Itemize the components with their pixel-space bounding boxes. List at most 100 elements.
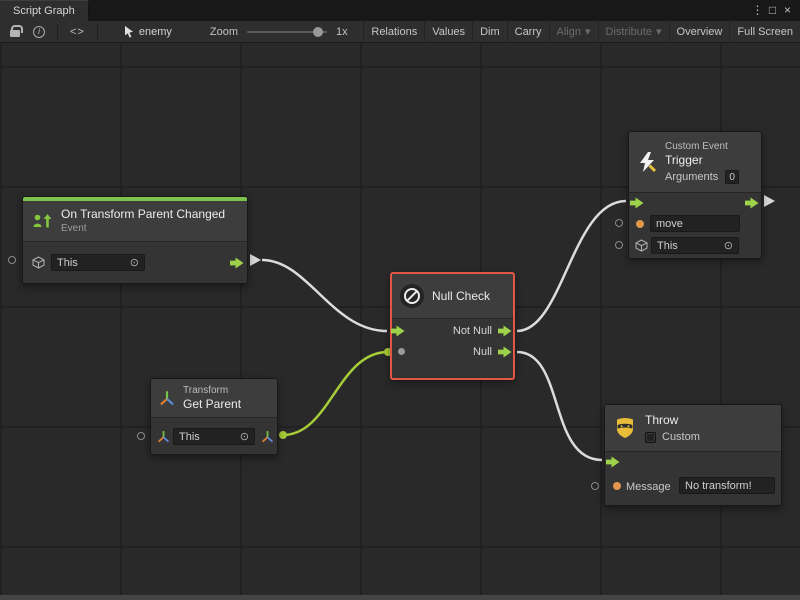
- not-null-port-row: Not Null: [392, 320, 513, 341]
- null-output-port[interactable]: [498, 346, 512, 358]
- null-label: Null: [473, 346, 492, 358]
- object-picker-icon[interactable]: ⊙: [724, 239, 733, 252]
- toolbar-button-group: Relations Values Dim Carry Align▾ Distri…: [363, 21, 800, 42]
- transform-output-port-icon[interactable]: [261, 430, 274, 443]
- dim-button[interactable]: Dim: [472, 21, 507, 42]
- zoom-value: 1x: [336, 26, 348, 38]
- node-body: This ⊙: [23, 241, 247, 283]
- wire-null-to-throw: [517, 352, 602, 460]
- transform-port-icon[interactable]: [157, 430, 170, 443]
- window-resize-edge: [0, 595, 800, 600]
- node-category: Transform: [183, 384, 241, 397]
- event-name-value: move: [656, 218, 683, 230]
- align-button[interactable]: Align▾: [549, 21, 598, 42]
- values-label: Values: [432, 26, 465, 38]
- maximize-icon[interactable]: □: [765, 0, 780, 21]
- this-target-field[interactable]: This ⊙: [173, 428, 255, 445]
- carry-button[interactable]: Carry: [507, 21, 549, 42]
- zoom-slider[interactable]: [247, 31, 327, 33]
- lock-icon[interactable]: [10, 30, 20, 37]
- custom-checkbox-label: Custom: [662, 431, 700, 443]
- code-icon[interactable]: <>: [70, 26, 85, 38]
- tab-script-graph[interactable]: Script Graph: [0, 0, 89, 21]
- zoom-label: Zoom: [210, 26, 238, 38]
- target-port-circle[interactable]: [8, 256, 16, 264]
- arguments-row: Arguments 0: [665, 170, 739, 184]
- not-null-label: Not Null: [453, 325, 492, 337]
- flow-output-port[interactable]: [230, 257, 244, 269]
- node-null-check[interactable]: Null Check Not Null Null: [390, 272, 515, 380]
- flow-input-port[interactable]: [391, 325, 405, 337]
- this-target-field[interactable]: This ⊙: [651, 237, 739, 254]
- graph-canvas[interactable]: On Transform Parent Changed Event This ⊙: [0, 43, 800, 600]
- menu-icon[interactable]: ⋮: [750, 0, 765, 21]
- flow-input-port[interactable]: [606, 456, 620, 468]
- node-titles: Transform Get Parent: [183, 384, 241, 412]
- null-port-row: Null: [392, 341, 513, 362]
- window-controls: ⋮ □ ×: [750, 0, 800, 21]
- message-label: Message: [626, 481, 671, 493]
- node-titles: Throw Custom: [645, 413, 700, 443]
- custom-checkbox[interactable]: [645, 432, 656, 443]
- target-field-value: This: [179, 431, 200, 443]
- relations-button[interactable]: Relations: [363, 21, 424, 42]
- arguments-count-field[interactable]: 0: [725, 170, 739, 184]
- message-port-circle[interactable]: [591, 482, 599, 490]
- node-custom-event[interactable]: Custom Event Trigger Arguments 0 move Th…: [628, 131, 762, 259]
- name-value-port-dot[interactable]: [636, 220, 644, 228]
- info-icon[interactable]: i: [33, 26, 45, 38]
- target-field-value: This: [57, 257, 78, 269]
- gameobject-cube-icon: [32, 256, 45, 269]
- node-titles: On Transform Parent Changed Event: [61, 207, 225, 235]
- full-screen-label: Full Screen: [737, 26, 793, 38]
- node-title: Throw: [645, 413, 700, 428]
- node-header[interactable]: Null Check: [392, 274, 513, 318]
- dim-label: Dim: [480, 26, 500, 38]
- target-port-circle[interactable]: [137, 432, 145, 440]
- distribute-button[interactable]: Distribute▾: [598, 21, 669, 42]
- value-wire-start-dot: [279, 431, 287, 439]
- not-null-output-port[interactable]: [498, 325, 512, 337]
- target-field-value: This: [657, 240, 678, 252]
- wire-direction-arrow: [250, 254, 261, 266]
- target-port-circle[interactable]: [615, 241, 623, 249]
- node-on-transform-parent-changed[interactable]: On Transform Parent Changed Event This ⊙: [22, 196, 248, 284]
- node-header[interactable]: Transform Get Parent: [151, 379, 277, 417]
- node-get-parent[interactable]: Transform Get Parent This ⊙: [150, 378, 278, 455]
- toolbar-separator: [57, 24, 58, 40]
- flow-input-port[interactable]: [630, 197, 644, 209]
- wire-notnull-to-customevent: [517, 201, 626, 331]
- node-body: This ⊙: [151, 417, 277, 454]
- node-header[interactable]: On Transform Parent Changed Event: [23, 201, 247, 241]
- gameobject-cube-icon: [635, 239, 648, 252]
- node-body: Message No transform!: [605, 451, 781, 505]
- align-label: Align: [557, 26, 581, 38]
- transform-parent-changed-icon: [31, 211, 53, 231]
- customevent-output-flow-arrow: [764, 195, 775, 207]
- message-value-port-dot[interactable]: [613, 482, 621, 490]
- node-throw[interactable]: Throw Custom Message No transform!: [604, 404, 782, 506]
- node-titles: Custom Event Trigger Arguments 0: [665, 140, 739, 184]
- overview-button[interactable]: Overview: [669, 21, 730, 42]
- value-input-port-dot[interactable]: [398, 348, 405, 355]
- custom-event-icon: [637, 151, 657, 173]
- this-target-field[interactable]: This ⊙: [51, 254, 145, 271]
- overview-label: Overview: [677, 26, 723, 38]
- node-title: On Transform Parent Changed: [61, 207, 225, 222]
- full-screen-button[interactable]: Full Screen: [729, 21, 800, 42]
- name-port-circle[interactable]: [615, 219, 623, 227]
- message-field[interactable]: No transform!: [679, 477, 775, 494]
- graph-toolbar: i <> enemy Zoom 1x Relations Values Dim …: [0, 21, 800, 43]
- node-header[interactable]: Custom Event Trigger Arguments 0: [629, 132, 761, 192]
- values-button[interactable]: Values: [424, 21, 472, 42]
- node-header[interactable]: Throw Custom: [605, 405, 781, 451]
- flow-output-port[interactable]: [745, 197, 759, 209]
- close-icon[interactable]: ×: [780, 0, 795, 21]
- event-name-field[interactable]: move: [650, 215, 740, 232]
- custom-checkbox-row: Custom: [645, 431, 700, 443]
- zoom-slider-handle[interactable]: [313, 27, 323, 37]
- object-picker-icon[interactable]: ⊙: [130, 256, 139, 269]
- distribute-label: Distribute: [606, 26, 652, 38]
- node-category: Custom Event: [665, 140, 739, 153]
- object-picker-icon[interactable]: ⊙: [240, 430, 249, 443]
